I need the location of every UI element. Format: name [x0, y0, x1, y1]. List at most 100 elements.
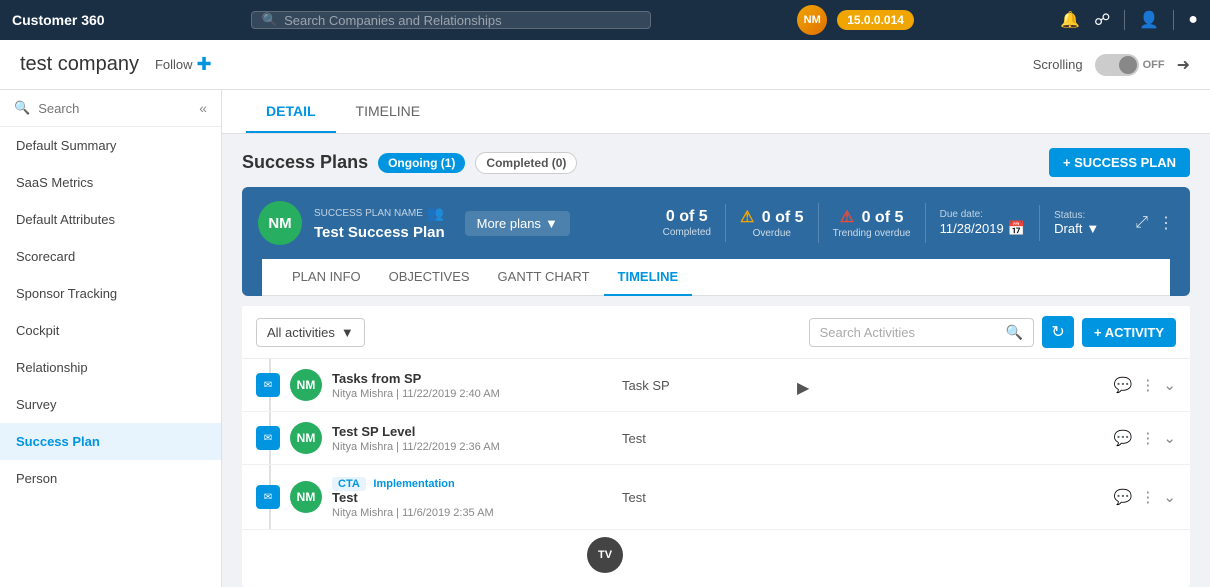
- plan-avatar: NM: [258, 201, 302, 245]
- sidebar: 🔍 « Default Summary SaaS Metrics Default…: [0, 90, 222, 587]
- add-activity-button[interactable]: + ACTIVITY: [1082, 318, 1176, 347]
- activity-meta: Nitya Mishra | 11/6/2019 2:35 AM: [332, 507, 612, 519]
- sidebar-search-input[interactable]: [38, 101, 191, 116]
- impl-badge: Implementation: [373, 478, 454, 490]
- trending-value: ⚠ 0 of 5: [833, 207, 911, 227]
- sidebar-item-survey[interactable]: Survey: [0, 386, 221, 423]
- overdue-label: Overdue: [740, 228, 804, 239]
- subtab-timeline[interactable]: TIMELINE: [604, 259, 693, 296]
- comment-icon[interactable]: 💬: [1114, 488, 1133, 506]
- sidebar-item-scorecard[interactable]: Scorecard: [0, 238, 221, 275]
- stat-overdue: ⚠ 0 of 5 Overdue: [726, 203, 819, 243]
- more-options-icon[interactable]: ⋮: [1158, 213, 1174, 233]
- bottom-avatar[interactable]: TV: [587, 537, 623, 573]
- toggle-track[interactable]: [1095, 54, 1139, 76]
- bookmark-icon[interactable]: ☍: [1094, 10, 1110, 30]
- plan-name-section: SUCCESS PLAN NAME 👥 Test Success Plan: [314, 205, 445, 241]
- activity-actions: 💬 ⋮ ⌄: [1114, 488, 1176, 506]
- more-icon[interactable]: ⋮: [1140, 376, 1155, 394]
- app-brand: Customer 360: [12, 12, 105, 28]
- sidebar-item-default-attributes[interactable]: Default Attributes: [0, 201, 221, 238]
- expand-icon[interactable]: ⌄: [1163, 429, 1176, 447]
- completed-label: Completed: [663, 227, 711, 238]
- calendar-icon[interactable]: 📅: [1008, 220, 1025, 237]
- more-icon[interactable]: ⋮: [1140, 488, 1155, 506]
- more-plans-button[interactable]: More plans ▼: [465, 211, 570, 236]
- activity-meta: Nitya Mishra | 11/22/2019 2:36 AM: [332, 441, 612, 453]
- activity-search[interactable]: 🔍: [809, 318, 1034, 347]
- sub-header: test company Follow ✚ Scrolling OFF ➜: [0, 40, 1210, 90]
- sidebar-item-person[interactable]: Person: [0, 460, 221, 497]
- cursor: ▶: [797, 378, 809, 398]
- user-avatar[interactable]: NM: [797, 5, 827, 35]
- share-plan-icon[interactable]: ⤢: [1135, 214, 1148, 232]
- activity-search-icon[interactable]: 🔍: [1006, 324, 1023, 341]
- activity-avatar: NM: [290, 422, 322, 454]
- activity-search-input[interactable]: [820, 325, 1000, 340]
- plan-stats: 0 of 5 Completed ⚠ 0 of 5 Overdue ⚠ 0: [649, 203, 1114, 243]
- scrolling-toggle[interactable]: OFF: [1095, 54, 1165, 76]
- activity-content: Task SP: [622, 378, 1104, 393]
- activity-filter-select[interactable]: All activities ▼: [256, 318, 365, 347]
- scrolling-state: OFF: [1143, 59, 1165, 71]
- user-icon[interactable]: 👤: [1139, 10, 1159, 30]
- warning-icon: ⚠: [740, 209, 754, 226]
- more-icon[interactable]: ⋮: [1140, 429, 1155, 447]
- subtab-gantt-chart[interactable]: GANTT CHART: [484, 259, 604, 296]
- timeline-dot: ✉: [256, 426, 280, 450]
- sidebar-nav: Default Summary SaaS Metrics Default Att…: [0, 127, 221, 587]
- subtab-objectives[interactable]: OBJECTIVES: [375, 259, 484, 296]
- plan-card: NM SUCCESS PLAN NAME 👥 Test Success Plan…: [242, 187, 1190, 296]
- top-navigation: Customer 360 🔍 NM 15.0.0.014 🔔 ☍ 👤 ●: [0, 0, 1210, 40]
- follow-button[interactable]: Follow ✚: [155, 54, 212, 75]
- sidebar-search-container[interactable]: 🔍 «: [0, 90, 221, 127]
- main-layout: 🔍 « Default Summary SaaS Metrics Default…: [0, 90, 1210, 587]
- success-plans-header: Success Plans Ongoing (1) Completed (0) …: [222, 134, 1210, 187]
- ongoing-badge[interactable]: Ongoing (1): [378, 153, 465, 173]
- main-tabs: DETAIL TIMELINE: [222, 90, 1210, 134]
- global-search[interactable]: 🔍: [251, 11, 651, 29]
- profile-icon[interactable]: ●: [1188, 11, 1198, 29]
- add-success-plan-button[interactable]: + SUCCESS PLAN: [1049, 148, 1190, 177]
- refresh-button[interactable]: ↻: [1042, 316, 1074, 348]
- plan-card-inner: NM SUCCESS PLAN NAME 👥 Test Success Plan…: [242, 187, 1190, 259]
- follow-plus-icon: ✚: [197, 54, 212, 75]
- plan-actions: ⤢ ⋮: [1135, 213, 1174, 233]
- sidebar-item-relationship[interactable]: Relationship: [0, 349, 221, 386]
- stat-trending-overdue: ⚠ 0 of 5 Trending overdue: [819, 203, 926, 243]
- company-name: test company: [20, 53, 139, 76]
- sidebar-item-cockpit[interactable]: Cockpit: [0, 312, 221, 349]
- activity-subtitle: Test: [332, 490, 612, 505]
- cta-badge: CTA: [332, 477, 366, 491]
- global-search-input[interactable]: [284, 13, 640, 28]
- tab-timeline[interactable]: TIMELINE: [336, 91, 441, 133]
- bell-icon[interactable]: 🔔: [1060, 10, 1080, 30]
- subtab-plan-info[interactable]: PLAN INFO: [278, 259, 375, 296]
- comment-icon[interactable]: 💬: [1114, 429, 1133, 447]
- sidebar-item-default-summary[interactable]: Default Summary: [0, 127, 221, 164]
- due-date-value: 11/28/2019 📅: [940, 220, 1026, 237]
- completed-badge[interactable]: Completed (0): [475, 152, 577, 174]
- comment-icon[interactable]: 💬: [1114, 376, 1133, 394]
- status-chevron-icon: ▼: [1086, 221, 1099, 236]
- tab-detail[interactable]: DETAIL: [246, 91, 336, 133]
- activity-info: CTA Implementation Test Nitya Mishra | 1…: [332, 475, 612, 519]
- timeline-dot: ✉: [256, 373, 280, 397]
- alert-icon: ⚠: [840, 209, 854, 226]
- sidebar-item-sponsor-tracking[interactable]: Sponsor Tracking: [0, 275, 221, 312]
- share-icon[interactable]: ➜: [1177, 55, 1190, 75]
- sidebar-item-success-plan[interactable]: Success Plan: [0, 423, 221, 460]
- toggle-thumb: [1119, 56, 1137, 74]
- chevron-down-icon: ▼: [545, 216, 558, 231]
- top-nav-icons: 🔔 ☍ 👤 ●: [1060, 10, 1198, 30]
- status-select[interactable]: Draft ▼: [1054, 221, 1099, 236]
- activity-content: Test: [622, 431, 1104, 446]
- expand-icon[interactable]: ⌄: [1163, 376, 1176, 394]
- activity-actions: 💬 ⋮ ⌄: [1114, 376, 1176, 394]
- sidebar-item-saas-metrics[interactable]: SaaS Metrics: [0, 164, 221, 201]
- activity-list: ✉ NM Tasks from SP Nitya Mishra | 11/22/…: [242, 359, 1190, 559]
- sidebar-collapse-icon[interactable]: «: [199, 100, 207, 116]
- expand-icon[interactable]: ⌄: [1163, 488, 1176, 506]
- activity-actions: 💬 ⋮ ⌄: [1114, 429, 1176, 447]
- activity-meta: Nitya Mishra | 11/22/2019 2:40 AM: [332, 388, 612, 400]
